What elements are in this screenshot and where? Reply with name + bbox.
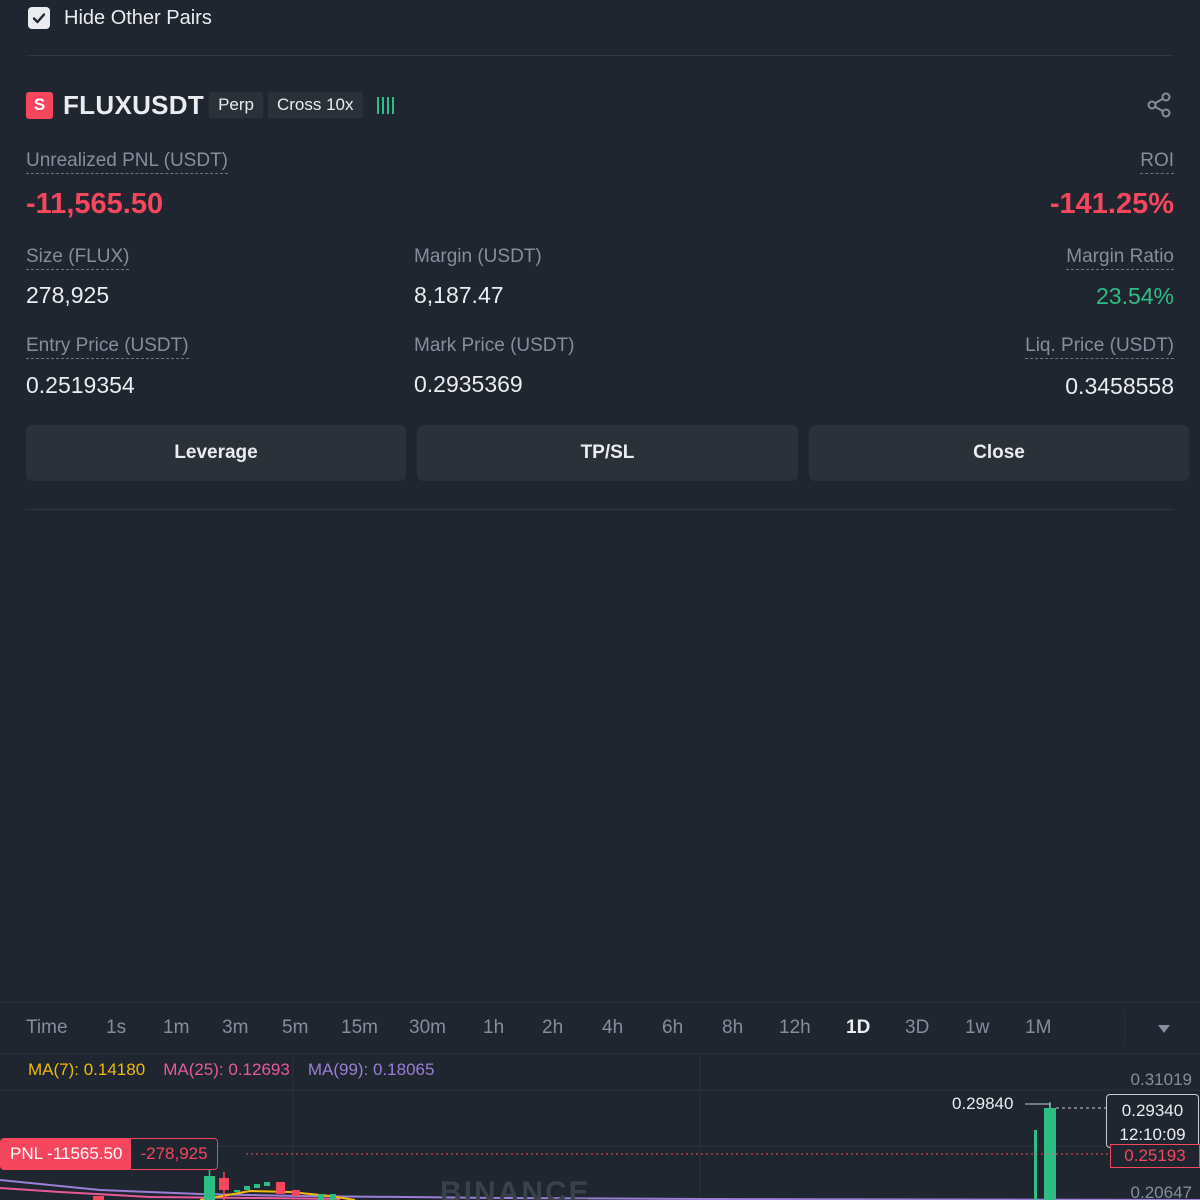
timeframe-4h[interactable]: 4h — [602, 1017, 623, 1039]
entry-price-line-label: 0.25193 — [1110, 1144, 1200, 1168]
leverage-button[interactable]: Leverage — [26, 425, 406, 481]
divider — [26, 509, 1174, 510]
timeframe-8h[interactable]: 8h — [722, 1017, 743, 1039]
close-position-button[interactable]: Close — [809, 425, 1189, 481]
short-side-badge: S — [26, 91, 53, 119]
unrealized-pnl-label[interactable]: Unrealized PNL (USDT) — [26, 150, 229, 174]
adl-indicator-icon — [376, 96, 394, 114]
timeframe-5m[interactable]: 5m — [282, 1017, 308, 1039]
timeframe-1d[interactable]: 1D — [846, 1017, 870, 1039]
timeframe-time[interactable]: Time — [26, 1017, 68, 1039]
timeframe-30m[interactable]: 30m — [409, 1017, 446, 1039]
hide-other-pairs-toggle[interactable]: Hide Other Pairs — [28, 4, 212, 32]
size-label[interactable]: Size (FLUX) — [26, 246, 130, 270]
timeframe-1s[interactable]: 1s — [106, 1017, 126, 1039]
ma7-value: MA(7): 0.14180 — [28, 1060, 146, 1079]
timeframe-1mo[interactable]: 1M — [1025, 1017, 1051, 1039]
moving-average-legend: MA(7): 0.14180 MA(25): 0.12693 MA(99): 0… — [28, 1060, 434, 1080]
price-axis-high: 0.31019 — [1130, 1070, 1192, 1089]
current-price-label: 0.29340 12:10:09 — [1106, 1094, 1199, 1148]
margin-mode-tag[interactable]: Cross 10x — [267, 92, 363, 118]
liq-price-label[interactable]: Liq. Price (USDT) — [1025, 335, 1174, 359]
timeframe-3d[interactable]: 3D — [905, 1017, 929, 1039]
timeframe-3m[interactable]: 3m — [222, 1017, 248, 1039]
timeframe-15m[interactable]: 15m — [341, 1017, 378, 1039]
margin-label: Margin (USDT) — [414, 246, 542, 267]
liq-price-value: 0.3458558 — [1065, 373, 1174, 399]
pnl-tag-label: PNL -11565.50 — [1, 1139, 132, 1169]
chevron-down-icon[interactable] — [1158, 1025, 1170, 1033]
tpsl-button[interactable]: TP/SL — [417, 425, 798, 481]
mark-price-value: 0.2935369 — [414, 371, 523, 397]
timeframe-6h[interactable]: 6h — [662, 1017, 683, 1039]
margin-value: 8,187.47 — [414, 282, 504, 308]
timeframe-toolbar: Time 1s 1m 3m 5m 15m 30m 1h 2h 4h 6h 8h … — [0, 1002, 1200, 1054]
entry-price-label[interactable]: Entry Price (USDT) — [26, 335, 189, 359]
timeframe-2h[interactable]: 2h — [542, 1017, 563, 1039]
timeframe-1w[interactable]: 1w — [965, 1017, 989, 1039]
divider — [26, 55, 1174, 56]
pnl-tag-size: -278,925 — [131, 1139, 217, 1169]
binance-watermark: BINANCE — [440, 1176, 591, 1200]
timeframe-12h[interactable]: 12h — [779, 1017, 811, 1039]
entry-price-value: 0.2519354 — [26, 372, 135, 398]
roi-value: -141.25% — [1049, 188, 1174, 220]
unrealized-pnl-value: -11,565.50 — [26, 188, 164, 220]
toolbar-separator — [1124, 1013, 1125, 1045]
timeframe-1m[interactable]: 1m — [163, 1017, 189, 1039]
position-pnl-tag[interactable]: PNL -11565.50 -278,925 — [0, 1138, 218, 1170]
ma99-value: MA(99): 0.18065 — [307, 1060, 435, 1079]
high-price-marker: 0.29840 — [952, 1094, 1014, 1113]
hide-other-pairs-label: Hide Other Pairs — [64, 6, 212, 29]
contract-type-tag: Perp — [209, 92, 263, 118]
symbol-name[interactable]: FLUXUSDT — [63, 90, 204, 121]
ma25-value: MA(25): 0.12693 — [163, 1060, 290, 1079]
roi-label[interactable]: ROI — [1140, 150, 1174, 174]
current-price: 0.29340 — [1121, 1101, 1184, 1120]
margin-ratio-value: 23.54% — [1095, 283, 1174, 309]
margin-ratio-label[interactable]: Margin Ratio — [1066, 246, 1174, 270]
timeframe-1h[interactable]: 1h — [483, 1017, 504, 1039]
mark-price-label: Mark Price (USDT) — [414, 335, 575, 356]
share-icon[interactable] — [1146, 92, 1172, 118]
checkbox-checked-icon[interactable] — [28, 7, 50, 29]
price-axis-low: 0.20647 — [1130, 1183, 1192, 1200]
position-header: S FLUXUSDT Perp Cross 10x — [26, 90, 394, 120]
size-value: 278,925 — [26, 282, 110, 308]
